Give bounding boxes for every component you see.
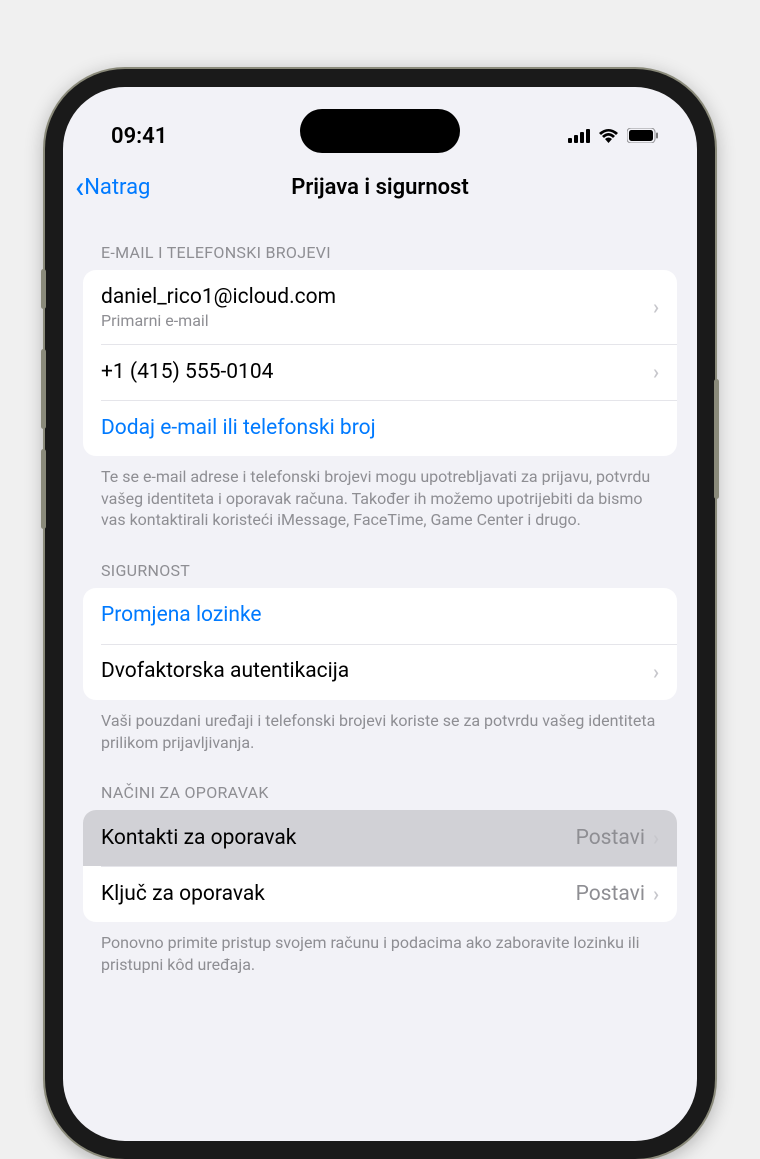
- navigation-bar: ‹ Natrag Prijava i sigurnost: [63, 161, 697, 217]
- phone-value: +1 (415) 555-0104: [101, 359, 653, 386]
- recovery-group: Kontakti za oporavak Postavi › Ključ za …: [83, 810, 677, 922]
- recovery-footer: Ponovno primite pristup svojem računu i …: [83, 922, 677, 979]
- recovery-key-row[interactable]: Ključ za oporavak Postavi ›: [83, 866, 677, 922]
- phone-row[interactable]: +1 (415) 555-0104 ›: [83, 344, 677, 400]
- silent-switch: [41, 269, 46, 309]
- dynamic-island: [300, 109, 460, 153]
- email-phone-group: daniel_rico1@icloud.com Primarni e-mail …: [83, 270, 677, 456]
- security-group: Promjena lozinke Dvofaktorska autentikac…: [83, 588, 677, 700]
- cellular-signal-icon: [568, 124, 590, 149]
- recovery-contacts-row[interactable]: Kontakti za oporavak Postavi ›: [83, 810, 677, 866]
- email-subtitle: Primarni e-mail: [101, 311, 653, 330]
- status-time: 09:41: [111, 124, 167, 149]
- recovery-contacts-label: Kontakti za oporavak: [101, 825, 576, 852]
- back-label: Natrag: [84, 175, 150, 200]
- two-factor-label: Dvofaktorska autentikacija: [101, 658, 653, 685]
- volume-up-button: [41, 349, 46, 429]
- battery-icon: [627, 124, 659, 149]
- two-factor-row[interactable]: Dvofaktorska autentikacija ›: [83, 644, 677, 700]
- email-phone-footer: Te se e-mail adrese i telefonski brojevi…: [83, 456, 677, 535]
- phone-frame: 09:41 ‹ Natrag Prijava i sigurnost: [45, 69, 715, 1159]
- power-button: [714, 379, 719, 499]
- volume-down-button: [41, 449, 46, 529]
- section-header-recovery: NAČINI ZA OPORAVAK: [83, 757, 677, 810]
- security-footer: Vaši pouzdani uređaji i telefonski broje…: [83, 700, 677, 757]
- page-title: Prijava i sigurnost: [291, 175, 469, 200]
- chevron-left-icon: ‹: [75, 170, 84, 205]
- add-email-phone-row[interactable]: Dodaj e-mail ili telefonski broj: [83, 400, 677, 456]
- recovery-key-detail: Postavi: [576, 882, 645, 906]
- add-email-phone-label: Dodaj e-mail ili telefonski broj: [101, 415, 659, 442]
- chevron-right-icon: ›: [653, 295, 659, 319]
- recovery-contacts-detail: Postavi: [576, 826, 645, 850]
- back-button[interactable]: ‹ Natrag: [75, 170, 150, 205]
- phone-screen: 09:41 ‹ Natrag Prijava i sigurnost: [63, 87, 697, 1141]
- chevron-right-icon: ›: [653, 826, 659, 850]
- email-row[interactable]: daniel_rico1@icloud.com Primarni e-mail …: [83, 270, 677, 344]
- chevron-right-icon: ›: [653, 882, 659, 906]
- change-password-row[interactable]: Promjena lozinke: [83, 588, 677, 644]
- recovery-key-label: Ključ za oporavak: [101, 881, 576, 908]
- change-password-label: Promjena lozinke: [101, 602, 659, 629]
- status-indicators: [568, 124, 659, 149]
- section-header-security: SIGURNOST: [83, 535, 677, 588]
- content-area: E-MAIL I TELEFONSKI BROJEVI daniel_rico1…: [63, 217, 697, 979]
- chevron-right-icon: ›: [653, 660, 659, 684]
- wifi-icon: [598, 124, 619, 149]
- chevron-right-icon: ›: [653, 360, 659, 384]
- section-header-email-phone: E-MAIL I TELEFONSKI BROJEVI: [83, 217, 677, 270]
- email-value: daniel_rico1@icloud.com: [101, 284, 653, 311]
